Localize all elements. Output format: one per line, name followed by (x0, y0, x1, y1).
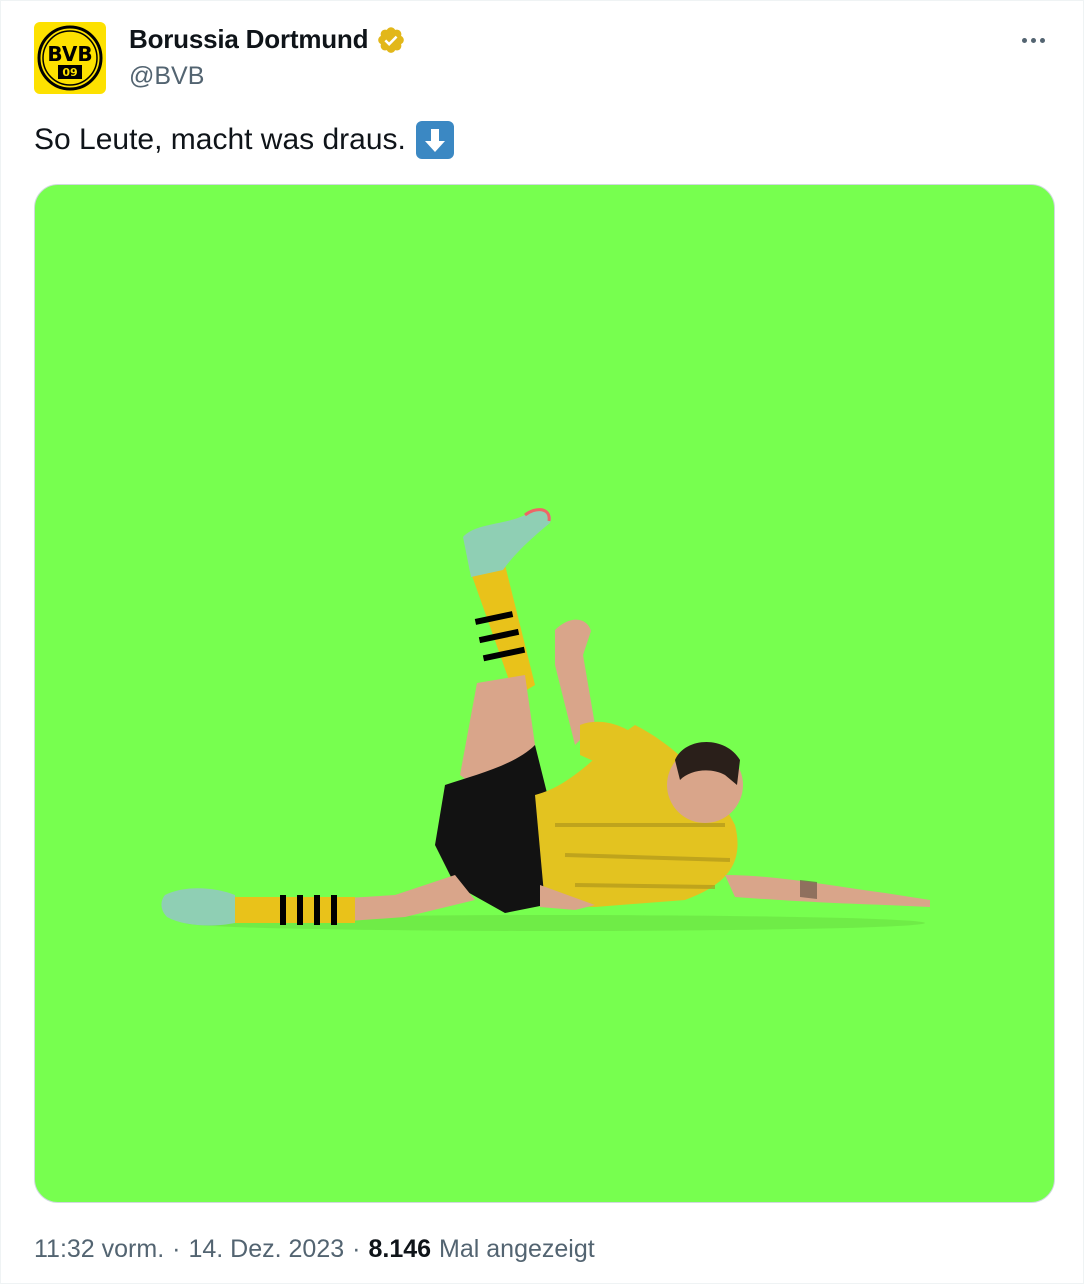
avatar[interactable]: BVB 09 (34, 22, 106, 94)
author-name[interactable]: Borussia Dortmund (129, 24, 368, 55)
more-dots-icon (1021, 37, 1027, 43)
avatar-text: BVB (47, 42, 92, 66)
bvb-logo-icon: BVB 09 (37, 25, 103, 91)
tweet-time[interactable]: 11:32 vorm. (34, 1235, 164, 1264)
tweet-date[interactable]: 14. Dez. 2023 (188, 1235, 344, 1264)
player-cutout-icon (161, 508, 930, 931)
author-name-row[interactable]: Borussia Dortmund (129, 24, 406, 55)
tweet-card: BVB 09 Borussia Dortmund @BVB So Leute, … (0, 0, 1084, 1284)
meta-separator: · (172, 1235, 181, 1263)
arrow-down-emoji-icon (415, 121, 454, 159)
tweet-media[interactable] (34, 184, 1055, 1203)
views-label[interactable]: Mal angezeigt (439, 1235, 595, 1264)
tweet-meta: 11:32 vorm. · 14. Dez. 2023 · 8.146 Mal … (34, 1235, 595, 1264)
more-options-button[interactable] (1013, 25, 1053, 55)
author-handle[interactable]: @BVB (129, 62, 204, 91)
meta-separator-2: · (352, 1235, 361, 1263)
verified-badge-icon[interactable] (376, 25, 406, 55)
avatar-subtext: 09 (62, 66, 77, 79)
tweet-text-content: So Leute, macht was draus. (34, 123, 406, 156)
tweet-text: So Leute, macht was draus. (34, 120, 454, 160)
views-count[interactable]: 8.146 (368, 1235, 431, 1264)
